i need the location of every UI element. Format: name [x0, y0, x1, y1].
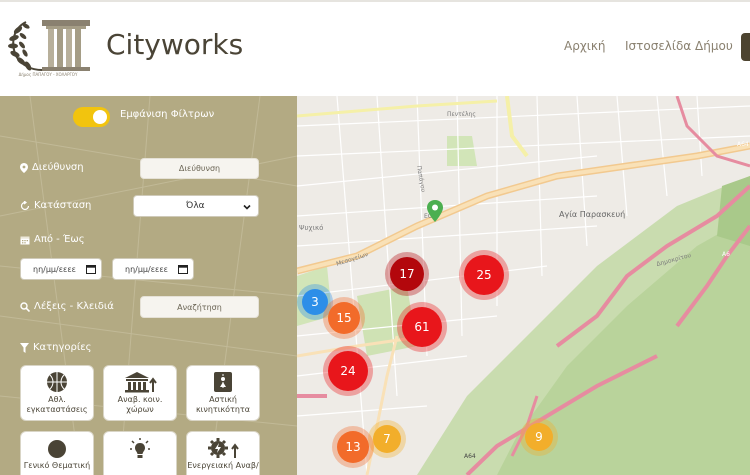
categories-label-row: Κατηγορίες	[20, 342, 92, 353]
cluster-marker[interactable]: 17	[385, 252, 429, 296]
cluster-marker[interactable]: 25	[459, 250, 509, 300]
label-a64: A64	[737, 141, 749, 148]
category-general-thematic[interactable]: Γενικό Θεματική	[20, 431, 94, 475]
label-tatoiou: Πεντέλης	[447, 111, 476, 118]
date-to-input[interactable]: ηη/μμ/εεεε	[112, 258, 194, 280]
category-lighting[interactable]	[103, 431, 177, 475]
chevron-down-icon	[243, 204, 251, 210]
calendar-picker-icon[interactable]	[178, 264, 188, 274]
show-filters-label: Εμφάνιση Φίλτρων	[120, 109, 215, 120]
address-input[interactable]: Διεύθυνση	[140, 158, 259, 179]
status-select[interactable]: Όλα	[133, 195, 259, 217]
filters-sidebar: Εμφάνιση Φίλτρων Διεύθυνση Διεύθυνση Κατ…	[0, 96, 297, 475]
toggle-knob	[93, 110, 107, 124]
cluster-count: 61	[414, 320, 429, 334]
municipality-logo[interactable]: Δήμος ΠΑΠΑΓΟΥ - ΧΟΛΑΡΓΟΥ	[4, 12, 92, 78]
search-icon	[20, 301, 30, 312]
calendar-picker-icon[interactable]	[86, 264, 96, 274]
label-a6: A6	[722, 251, 730, 258]
label-agia-paraskevi: Αγία Παρασκευή	[559, 210, 625, 219]
address-label: Διεύθυνση	[32, 162, 84, 173]
cluster-marker[interactable]: 7	[368, 420, 406, 458]
public-building-upgrade-icon	[125, 372, 157, 393]
date-from-placeholder: ηη/μμ/εεεε	[33, 264, 77, 274]
date-label: Από - Έως	[34, 234, 85, 245]
label-psychiko: Ψυχικό	[299, 224, 323, 232]
cluster-marker[interactable]: 24	[323, 346, 373, 396]
issues-map[interactable]: Αγία Παρασκευή ΕΟ Ψυχικό Μεσογείων Πεντέ…	[297, 96, 750, 475]
filter-icon	[20, 342, 29, 353]
category-label-line1: Αναβ. κοιν.	[117, 395, 163, 404]
circle-icon	[48, 440, 66, 458]
category-energy-upgrade[interactable]: Ενεργειακή Αναβ/	[186, 431, 260, 475]
energy-upgrade-icon	[208, 438, 239, 458]
header: Δήμος ΠΑΠΑΓΟΥ - ΧΟΛΑΡΓΟΥ Cityworks Αρχικ…	[0, 0, 750, 96]
urban-mobility-icon	[214, 372, 232, 392]
lightbulb-icon	[130, 438, 150, 458]
cluster-count: 9	[535, 430, 543, 444]
keywords-label-row: Λέξεις - Κλειδιά	[20, 301, 114, 312]
cluster-count: 25	[476, 268, 491, 282]
status-label: Κατάσταση	[34, 200, 92, 211]
date-label-row: Από - Έως	[20, 234, 85, 245]
cluster-marker[interactable]: 9	[520, 418, 558, 456]
nav-login-button[interactable]	[741, 33, 750, 61]
keywords-label: Λέξεις - Κλειδιά	[34, 301, 114, 312]
category-label-line2: εγκαταστάσεις	[26, 405, 88, 414]
cluster-count: 13	[345, 440, 360, 454]
show-filters-toggle[interactable]	[73, 107, 110, 127]
address-label-row: Διεύθυνση	[20, 162, 84, 173]
status-label-row: Κατάσταση	[20, 200, 91, 211]
category-public-spaces[interactable]: Αναβ. κοιν. χώρων	[103, 365, 177, 421]
label-papagou: Παπάγου	[415, 165, 427, 193]
date-from-input[interactable]: ηη/μμ/εεεε	[20, 258, 102, 280]
category-label-line1: Αθλ.	[48, 395, 66, 404]
category-sports-facilities[interactable]: Αθλ. εγκαταστάσεις	[20, 365, 94, 421]
category-label-line1: Γενικό Θεματική	[23, 461, 91, 470]
map-canvas[interactable]: Αγία Παρασκευή ΕΟ Ψυχικό Μεσογείων Πεντέ…	[297, 96, 750, 475]
cluster-count: 24	[340, 364, 355, 378]
category-label-line1: Ενεργειακή Αναβ/	[187, 461, 259, 470]
map-pin-icon	[20, 162, 28, 173]
category-label-line2: χώρων	[126, 405, 154, 414]
logo-caption: Δήμος ΠΑΠΑΓΟΥ - ΧΟΛΑΡΓΟΥ	[19, 72, 78, 77]
category-label-line2: κινητικότητα	[195, 405, 251, 414]
brand-title[interactable]: Cityworks	[106, 28, 243, 61]
cluster-marker[interactable]: 15	[323, 297, 365, 339]
categories-label: Κατηγορίες	[33, 342, 92, 353]
cluster-count: 15	[336, 311, 351, 325]
calendar-icon	[20, 236, 30, 244]
label-a64b: A64	[464, 453, 476, 460]
nav-municipality-link[interactable]: Ιστοσελίδα Δήμου	[625, 39, 733, 53]
cluster-marker[interactable]: 61	[397, 302, 447, 352]
nav-home-link[interactable]: Αρχική	[564, 39, 606, 53]
category-urban-mobility[interactable]: Αστική κινητικότητα	[186, 365, 260, 421]
keywords-input[interactable]: Αναζήτηση	[140, 296, 259, 318]
refresh-icon	[20, 200, 30, 210]
status-select-value: Όλα	[186, 201, 205, 211]
basketball-icon	[47, 372, 67, 392]
label-mesogeion: Μεσογείων	[335, 251, 369, 268]
cluster-marker[interactable]: 13	[332, 426, 374, 468]
category-label-line1: Αστική	[209, 395, 237, 404]
cluster-count: 3	[311, 295, 319, 309]
cluster-count: 7	[383, 432, 391, 446]
cluster-count: 17	[399, 267, 414, 281]
date-to-placeholder: ηη/μμ/εεεε	[125, 264, 169, 274]
